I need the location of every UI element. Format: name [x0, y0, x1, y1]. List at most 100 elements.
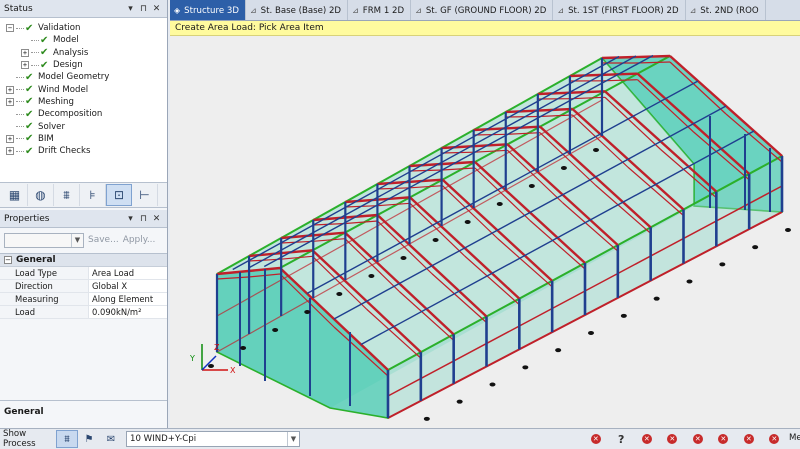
- tree-item-label: Design: [53, 60, 83, 71]
- property-row[interactable]: Load 0.090kN/m²: [0, 306, 167, 319]
- property-key: Direction: [0, 280, 89, 292]
- z-axis-label: Z: [214, 343, 220, 352]
- tab-st-base-base-2d[interactable]: ⊿ St. Base (Base) 2D: [246, 0, 349, 20]
- tree-item[interactable]: + ✔ Analysis: [0, 47, 167, 59]
- expand-icon[interactable]: +: [6, 85, 14, 94]
- error-icon[interactable]: ✕: [711, 431, 737, 447]
- check-icon: ✔: [25, 133, 34, 145]
- tree-item-label: Model: [53, 35, 79, 46]
- cube-icon: ◈: [174, 6, 181, 15]
- status-icons: ✕? ✕ ✕ ✕ ✕ ✕ ✕: [583, 431, 787, 447]
- error-icon[interactable]: ✕: [660, 431, 686, 447]
- property-row[interactable]: Load Type Area Load: [0, 267, 167, 280]
- show-process-label[interactable]: Show Process: [0, 429, 56, 449]
- tree-item-label: Validation: [38, 23, 81, 34]
- load-case-value: 10 WIND+Y-Cpi: [130, 434, 197, 444]
- status-panel-title: Status: [4, 3, 33, 14]
- object-selector-combo[interactable]: ▼: [4, 232, 84, 248]
- footing-marker: [464, 220, 471, 224]
- tree-item-label: Model Geometry: [38, 72, 110, 83]
- expand-icon[interactable]: +: [21, 61, 29, 70]
- footing-marker: [304, 310, 311, 314]
- property-row[interactable]: Measuring Along Element: [0, 293, 167, 306]
- tree-item[interactable]: ✔ Decomposition: [0, 108, 167, 120]
- y-axis-line: [201, 355, 217, 371]
- tree-item[interactable]: + ✔ Meshing: [0, 96, 167, 108]
- tab-st-gf-ground-floor-2d[interactable]: ⊿ St. GF (GROUND FLOOR) 2D: [411, 0, 554, 20]
- tab-label: St. 1ST (FIRST FLOOR) 2D: [568, 5, 679, 16]
- check-icon: ✔: [25, 84, 34, 96]
- property-value[interactable]: Global X: [89, 280, 167, 292]
- property-row[interactable]: Direction Global X: [0, 280, 167, 293]
- tab-structure-3d[interactable]: ◈ Structure 3D: [170, 0, 246, 20]
- structure-3d-viewport[interactable]: X Y Z: [170, 36, 800, 428]
- y-axis-label: Y: [189, 354, 195, 363]
- tree-connector: [16, 150, 24, 152]
- tree-item[interactable]: + ✔ Drift Checks: [0, 145, 167, 157]
- dropdown-icon[interactable]: ▾: [124, 214, 137, 224]
- chevron-down-icon[interactable]: ▼: [287, 432, 299, 446]
- bottom-status-bar: Show Process ⩩ ⚑ ✉ 10 WIND+Y-Cpi ▼ ✕? ✕ ✕ ✕…: [0, 428, 800, 449]
- apply-button[interactable]: Apply...: [123, 235, 156, 245]
- load-case-combo[interactable]: 10 WIND+Y-Cpi ▼: [126, 431, 300, 447]
- property-value[interactable]: 0.090kN/m²: [89, 306, 167, 318]
- lock-icon[interactable]: ⊡: [106, 184, 132, 206]
- plan-view-icon: ⊿: [352, 6, 359, 15]
- footing-marker: [593, 148, 599, 152]
- property-value[interactable]: Area Load: [89, 267, 167, 279]
- footing-marker: [272, 328, 279, 332]
- footing-marker: [522, 365, 529, 370]
- globe-icon[interactable]: ◍: [28, 184, 54, 206]
- tab-st-2nd-roo[interactable]: ⊿ St. 2ND (ROO: [686, 0, 766, 20]
- tab-frm-1-2d[interactable]: ⊿ FRM 1 2D: [348, 0, 412, 20]
- property-key: Load: [0, 306, 89, 318]
- close-icon[interactable]: ✕: [150, 214, 163, 224]
- structure-3d-model[interactable]: X Y Z: [170, 36, 800, 428]
- load-view-icon[interactable]: ⩩: [56, 430, 78, 448]
- tree-item[interactable]: − ✔ Validation: [0, 22, 167, 34]
- mail-icon[interactable]: ✉: [100, 430, 122, 448]
- load-icon[interactable]: ⩩: [54, 184, 80, 206]
- footing-marker: [528, 184, 535, 188]
- tree-item[interactable]: ✔ Solver: [0, 120, 167, 132]
- check-icon: ✔: [40, 59, 49, 71]
- error-icon[interactable]: ✕: [634, 431, 660, 447]
- tree-item[interactable]: + ✔ Wind Model: [0, 83, 167, 95]
- tree-item[interactable]: + ✔ Design: [0, 59, 167, 71]
- structure-icon[interactable]: ▦: [2, 184, 28, 206]
- member-icon[interactable]: ⊢: [132, 184, 158, 206]
- property-category[interactable]: − General: [0, 254, 167, 267]
- help-icon[interactable]: ?: [609, 431, 635, 447]
- chevron-down-icon[interactable]: ▼: [71, 233, 83, 247]
- error-icon[interactable]: ✕: [736, 431, 762, 447]
- properties-panel-title: Properties: [4, 213, 50, 224]
- tree-item-label: BIM: [38, 133, 54, 144]
- load-table-icon[interactable]: ⚑: [78, 430, 100, 448]
- dropdown-icon[interactable]: ▾: [124, 4, 137, 14]
- check-icon: ✔: [40, 47, 49, 59]
- close-icon[interactable]: ✕: [150, 4, 163, 14]
- frame-icon[interactable]: ⊧: [80, 184, 106, 206]
- expand-icon[interactable]: +: [6, 134, 14, 143]
- expand-icon[interactable]: +: [6, 147, 14, 156]
- save-button[interactable]: Save...: [88, 235, 119, 245]
- pin-icon[interactable]: ⊓: [137, 4, 150, 14]
- tree-item[interactable]: ✔ Model: [0, 34, 167, 46]
- footing-marker: [240, 346, 247, 350]
- error-icon[interactable]: ✕: [583, 431, 609, 447]
- collapse-icon[interactable]: −: [4, 256, 12, 264]
- property-value[interactable]: Along Element: [89, 293, 167, 305]
- pin-icon[interactable]: ⊓: [137, 214, 150, 224]
- error-icon[interactable]: ✕: [762, 431, 788, 447]
- expand-icon[interactable]: +: [21, 48, 29, 57]
- tab-label: Structure 3D: [184, 5, 239, 16]
- tree-item[interactable]: ✔ Model Geometry: [0, 71, 167, 83]
- error-icon[interactable]: ✕: [685, 431, 711, 447]
- expand-icon[interactable]: +: [6, 97, 14, 106]
- tree-item[interactable]: + ✔ BIM: [0, 133, 167, 145]
- collapse-icon[interactable]: −: [6, 24, 14, 33]
- tree-item-label: Solver: [38, 121, 66, 132]
- tab-st-1st-first-floor-2d[interactable]: ⊿ St. 1ST (FIRST FLOOR) 2D: [553, 0, 686, 20]
- tree-item-label: Decomposition: [38, 109, 103, 120]
